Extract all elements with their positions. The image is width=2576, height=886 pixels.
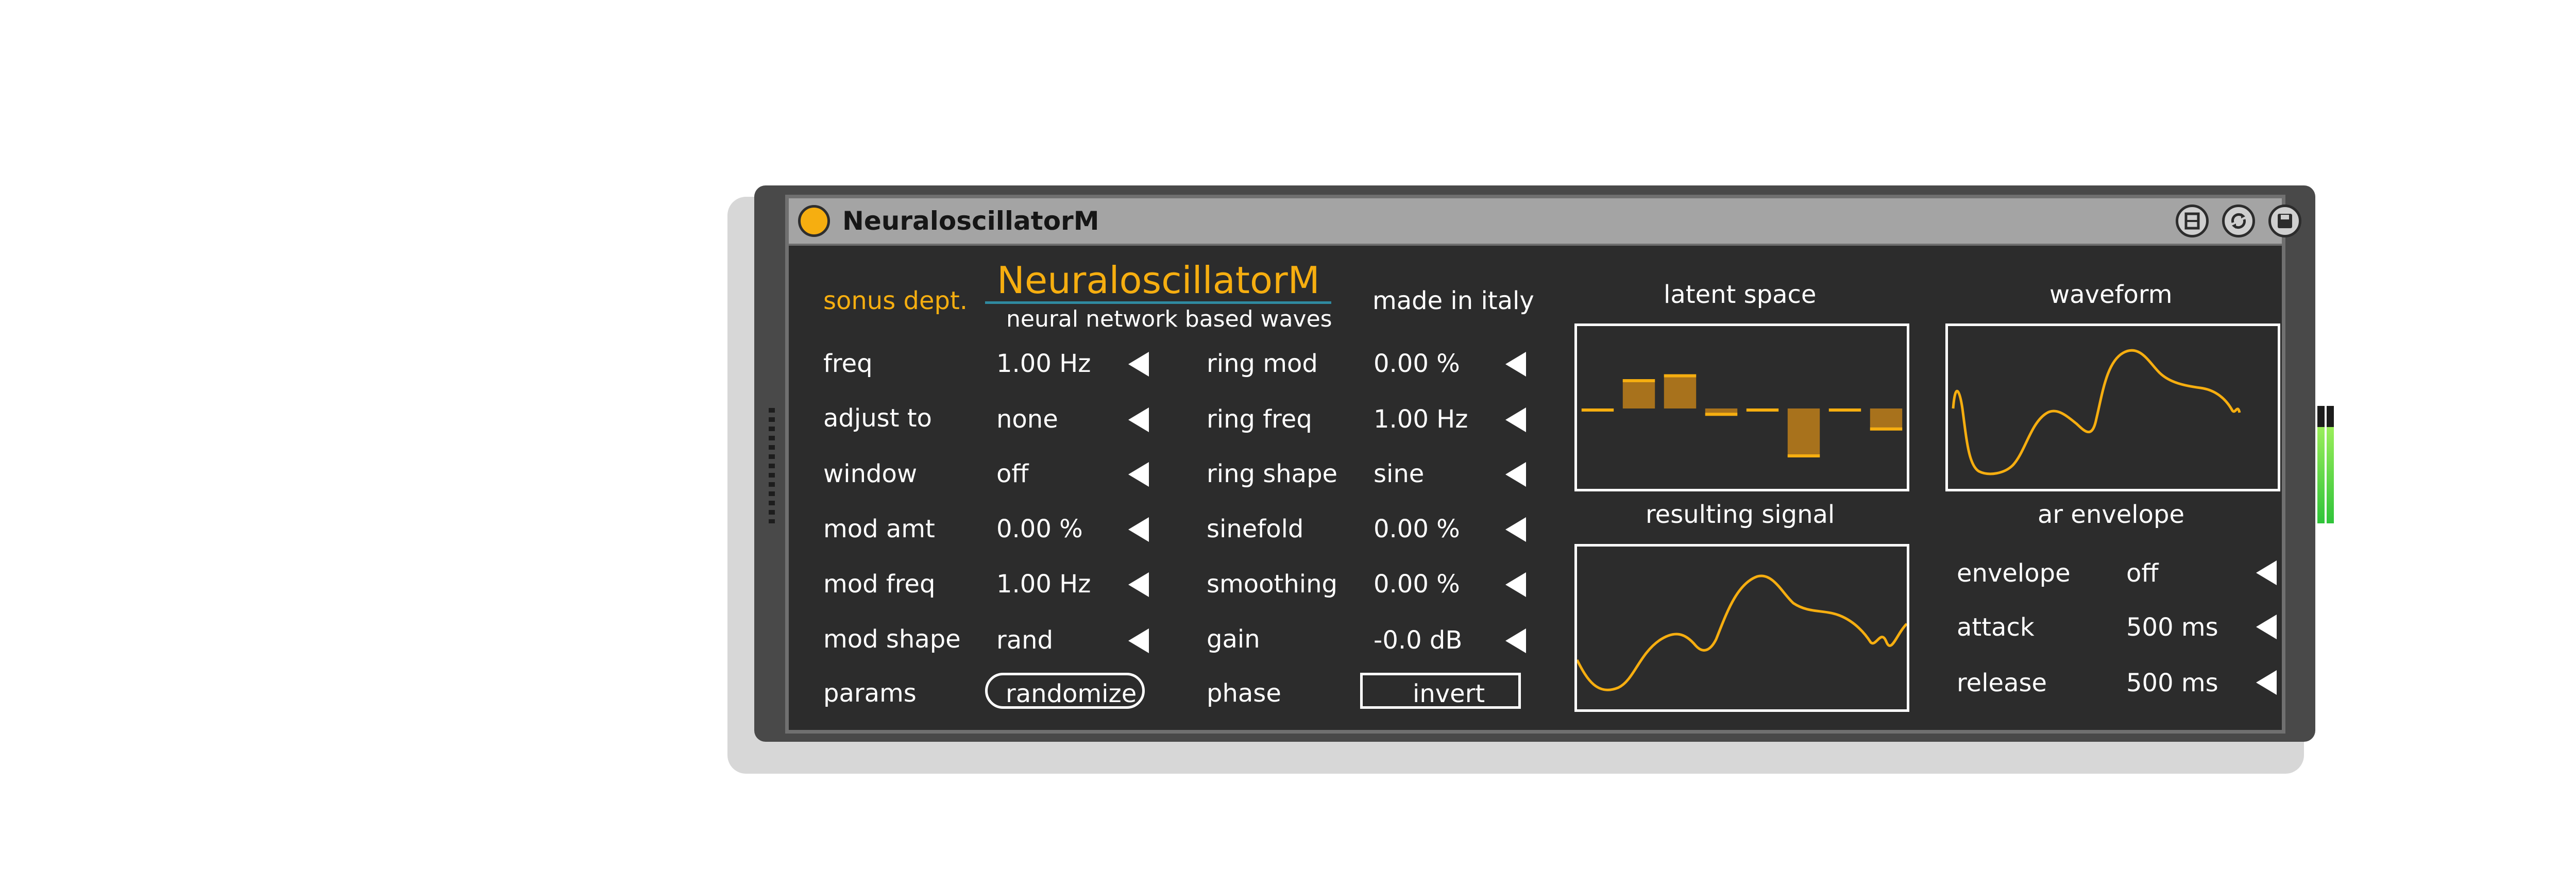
- resulting-signal-curve: [1577, 574, 1907, 691]
- logo-title: NeuraloscillatorM: [997, 259, 1320, 302]
- logo-underline: [985, 301, 1331, 304]
- ar-envelope-title: ar envelope: [2038, 500, 2184, 529]
- latent-bar-cap: [1705, 413, 1738, 416]
- waveform-title: waveform: [2049, 280, 2173, 309]
- param-value-attack[interactable]: 500 ms: [2126, 615, 2218, 640]
- latent-space-panel[interactable]: [1574, 323, 1909, 491]
- arrow-left-icon[interactable]: [1505, 517, 1526, 542]
- param-value-ring-shape[interactable]: sine: [1374, 462, 1424, 486]
- arrow-left-icon[interactable]: [1505, 462, 1526, 487]
- param-value-mod-amt[interactable]: 0.00 %: [996, 517, 1083, 541]
- param-value-release[interactable]: 500 ms: [2126, 671, 2218, 695]
- params-label: params: [823, 679, 917, 708]
- made-in-label: made in italy: [1372, 286, 1534, 315]
- latent-bar[interactable]: [1622, 379, 1655, 408]
- arrow-left-icon[interactable]: [2256, 670, 2277, 695]
- latent-bar[interactable]: [1870, 408, 1903, 431]
- param-value-smoothing[interactable]: 0.00 %: [1374, 572, 1460, 597]
- param-label-smoothing: smoothing: [1207, 570, 1337, 599]
- latent-bar[interactable]: [1664, 374, 1697, 409]
- param-label-adjust-to: adjust to: [823, 404, 932, 433]
- waveform-curve: [1952, 349, 2241, 475]
- param-label-gain: gain: [1207, 625, 1260, 654]
- param-value-sinefold[interactable]: 0.00 %: [1374, 517, 1460, 541]
- param-label-envelope: envelope: [1957, 559, 2071, 588]
- latent-bar-cap: [1787, 454, 1820, 457]
- latent-bar-cap: [1581, 408, 1614, 412]
- param-value-ring-freq[interactable]: 1.00 Hz: [1374, 407, 1468, 432]
- invert-button-label: invert: [1413, 679, 1485, 708]
- arrow-left-icon[interactable]: [1505, 572, 1526, 597]
- param-label-release: release: [1957, 669, 2047, 697]
- param-label-mod-amt: mod amt: [823, 515, 935, 543]
- refresh-icon[interactable]: [2222, 205, 2255, 237]
- output-meter-left: [2317, 406, 2325, 523]
- param-label-sinefold: sinefold: [1207, 515, 1304, 543]
- device-titlebar: NeuraloscillatorM: [789, 198, 2301, 246]
- arrow-left-icon[interactable]: [1505, 628, 1526, 653]
- map-icon[interactable]: [2176, 205, 2209, 237]
- arrow-left-icon[interactable]: [2256, 560, 2277, 585]
- waveform-panel: [1945, 323, 2280, 491]
- latent-bar-cap: [1870, 427, 1903, 431]
- device-title: NeuraloscillatorM: [842, 206, 1099, 236]
- resulting-signal-panel: [1574, 544, 1909, 712]
- param-label-attack: attack: [1957, 613, 2035, 642]
- param-value-adjust-to[interactable]: none: [996, 407, 1058, 432]
- arrow-left-icon[interactable]: [1128, 352, 1149, 377]
- param-label-ring-mod: ring mod: [1207, 349, 1318, 378]
- param-value-window[interactable]: off: [996, 462, 1028, 486]
- param-value-gain[interactable]: -0.0 dB: [1374, 628, 1462, 653]
- resulting-signal-title: resulting signal: [1646, 500, 1835, 529]
- latent-space-title: latent space: [1664, 280, 1817, 309]
- param-label-ring-freq: ring freq: [1207, 405, 1312, 434]
- latent-bar-cap: [1746, 408, 1779, 412]
- arrow-left-icon[interactable]: [1505, 407, 1526, 432]
- latent-bar-cap: [1622, 379, 1655, 382]
- param-label-freq: freq: [823, 349, 873, 378]
- latent-bar-cap: [1828, 408, 1861, 412]
- param-value-mod-freq[interactable]: 1.00 Hz: [996, 572, 1091, 597]
- drag-handle[interactable]: [769, 408, 775, 523]
- phase-label: phase: [1207, 679, 1281, 708]
- latent-bar[interactable]: [1787, 408, 1820, 457]
- param-value-ring-mod[interactable]: 0.00 %: [1374, 351, 1460, 376]
- arrow-left-icon[interactable]: [1128, 462, 1149, 487]
- arrow-left-icon[interactable]: [1128, 572, 1149, 597]
- param-label-mod-shape: mod shape: [823, 625, 961, 654]
- param-value-mod-shape[interactable]: rand: [996, 628, 1053, 653]
- logo-subtitle: neural network based waves: [1006, 306, 1332, 332]
- latent-space-bars: [1581, 374, 1903, 457]
- save-icon[interactable]: [2268, 205, 2301, 237]
- param-label-window: window: [823, 459, 918, 488]
- arrow-left-icon[interactable]: [2256, 615, 2277, 639]
- brand-label: sonus dept.: [823, 286, 968, 315]
- device-power-toggle[interactable]: [798, 205, 830, 237]
- arrow-left-icon[interactable]: [1128, 407, 1149, 432]
- arrow-left-icon[interactable]: [1128, 628, 1149, 653]
- randomize-button-label: randomize: [1006, 679, 1137, 708]
- latent-bar-cap: [1664, 374, 1697, 378]
- param-value-envelope[interactable]: off: [2126, 561, 2158, 586]
- param-label-mod-freq: mod freq: [823, 570, 936, 599]
- param-value-freq[interactable]: 1.00 Hz: [996, 351, 1091, 376]
- arrow-left-icon[interactable]: [1128, 517, 1149, 542]
- output-meter-right: [2327, 406, 2334, 523]
- arrow-left-icon[interactable]: [1505, 352, 1526, 377]
- param-label-ring-shape: ring shape: [1207, 459, 1338, 488]
